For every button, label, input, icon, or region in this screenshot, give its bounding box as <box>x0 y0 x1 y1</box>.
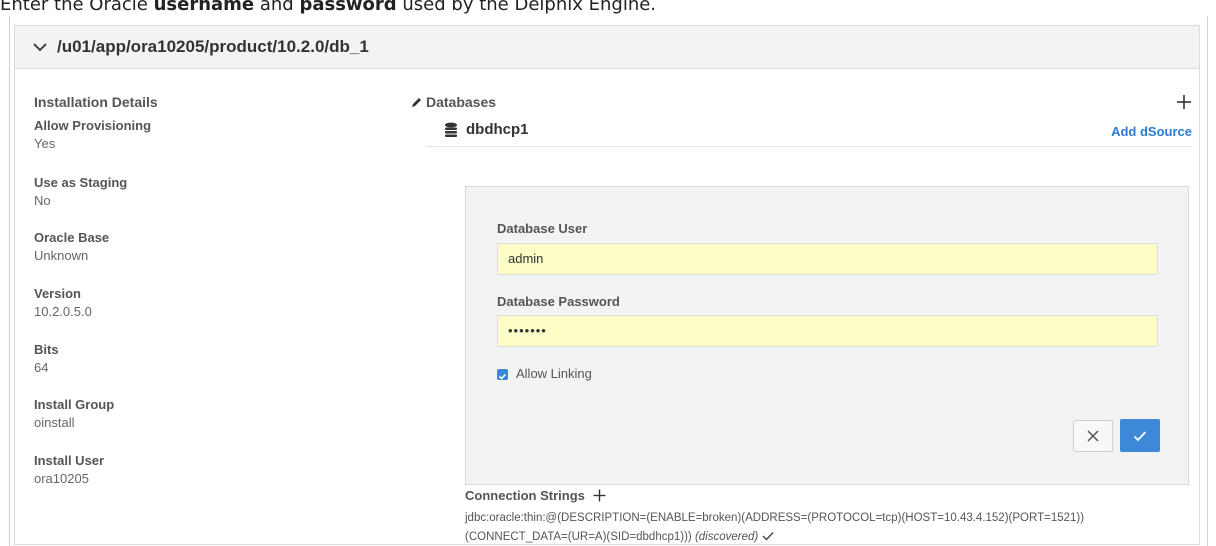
intro-text: Enter the Oracle username and password u… <box>0 0 656 15</box>
installation-field-value: Yes <box>34 136 56 151</box>
installation-field-label: Install Group <box>34 397 115 412</box>
intro-part1: Enter the Oracle <box>0 0 154 15</box>
database-password-label: Database Password <box>497 294 620 309</box>
installation-field-label: Use as Staging <box>34 175 128 190</box>
checkmark-icon <box>498 373 507 380</box>
installation-field: Use as Staging No <box>34 175 127 208</box>
installation-field-label: Allow Provisioning <box>34 118 152 133</box>
intro-password: password <box>299 0 397 15</box>
add-connection-string-icon[interactable] <box>593 489 606 502</box>
installation-field: Install User ora10205 <box>34 453 104 486</box>
pencil-icon[interactable] <box>410 96 423 109</box>
cancel-button[interactable] <box>1073 420 1113 452</box>
installation-details: Installation Details Allow Provisioning Y… <box>34 94 421 486</box>
installation-field: Version 10.2.0.5.0 <box>34 286 92 319</box>
database-user-label: Database User <box>497 221 588 236</box>
panel-header[interactable]: /u01/app/ora10205/product/10.2.0/db_1 <box>15 26 1199 69</box>
oracle-home-panel: /u01/app/ora10205/product/10.2.0/db_1 In… <box>14 25 1200 545</box>
installation-field-value: ora10205 <box>34 471 89 486</box>
credentials-form: Database User admin Database Password ••… <box>465 186 1189 485</box>
database-row[interactable]: dbdhcp1 Add dSource <box>426 119 1192 147</box>
connection-strings-title: Connection Strings <box>465 488 585 503</box>
add-dsource-link[interactable]: Add dSource <box>1111 124 1192 139</box>
confirm-button[interactable] <box>1120 419 1160 452</box>
installation-field-label: Version <box>34 286 81 301</box>
installation-details-title: Installation Details <box>34 94 158 110</box>
installation-field-label: Install User <box>34 453 105 468</box>
database-name: dbdhcp1 <box>466 121 529 138</box>
installation-field-value: Unknown <box>34 248 89 263</box>
allow-linking-label: Allow Linking <box>516 366 592 381</box>
add-database-icon[interactable] <box>1176 94 1192 110</box>
check-icon <box>1133 430 1147 441</box>
connection-string-line2: (CONNECT_DATA=(UR=A)(SID=dbdhcp1))) (dis… <box>465 531 774 543</box>
installation-field-value: oinstall <box>34 415 75 430</box>
chevron-down-icon[interactable] <box>31 38 49 56</box>
installation-field: Install Group oinstall <box>34 397 114 430</box>
allow-linking-checkbox[interactable] <box>497 369 508 380</box>
databases-section: Databases dbdhcp1 Add dSource Database U… <box>426 94 1192 543</box>
installation-field-value: 10.2.0.5.0 <box>34 304 92 319</box>
discovered-tag: (discovered) <box>694 531 759 543</box>
intro-part2: and <box>254 0 300 15</box>
installation-field-value: No <box>34 193 51 208</box>
oracle-home-path: /u01/app/ora10205/product/10.2.0/db_1 <box>57 37 369 56</box>
database-user-input[interactable]: admin <box>497 243 1158 275</box>
database-icon <box>445 122 457 137</box>
intro-part3: used by the Delphix Engine. <box>396 0 657 15</box>
close-icon <box>1087 430 1099 442</box>
installation-field: Oracle Base Unknown <box>34 230 109 263</box>
installation-field-value: 64 <box>34 360 49 375</box>
connection-string-text: (CONNECT_DATA=(UR=A)(SID=dbdhcp1))) <box>465 531 692 543</box>
intro-username: username <box>153 0 255 15</box>
installation-field: Allow Provisioning Yes <box>34 118 151 151</box>
check-icon <box>762 532 774 541</box>
connection-string-line1: jdbc:oracle:thin:@(DESCRIPTION=(ENABLE=b… <box>465 512 1085 524</box>
databases-title: Databases <box>426 94 497 110</box>
installation-field-label: Oracle Base <box>34 230 110 245</box>
database-password-input[interactable]: ••••••• <box>497 315 1158 347</box>
installation-field: Bits 64 <box>34 342 59 375</box>
installation-field-label: Bits <box>34 342 59 357</box>
